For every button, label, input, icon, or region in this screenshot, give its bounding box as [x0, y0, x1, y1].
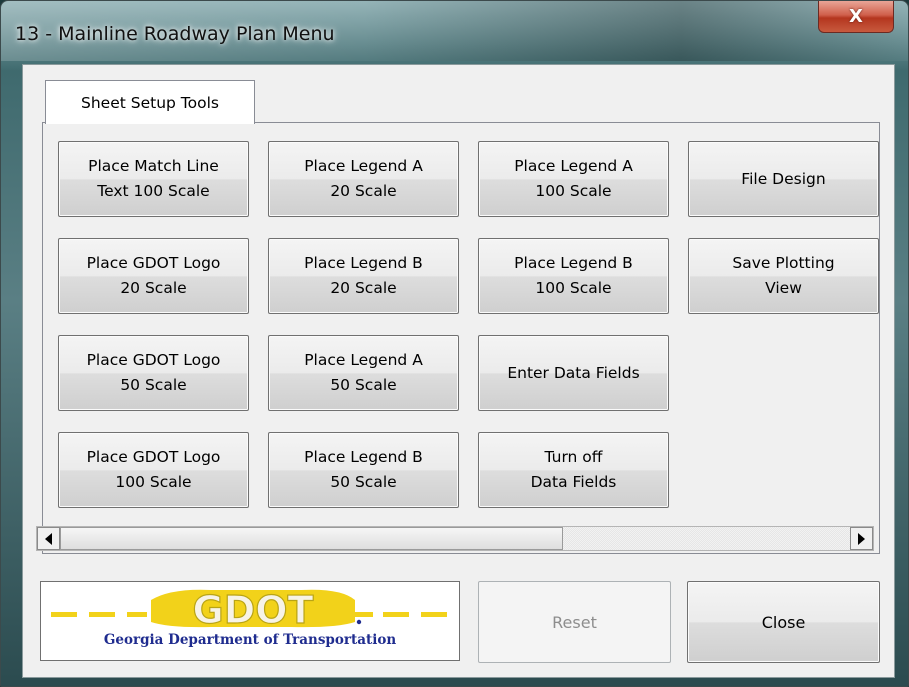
close-button[interactable]: Close — [687, 581, 880, 663]
place-match-line-text-100-scale-button[interactable]: Place Match Line Text 100 Scale — [58, 141, 249, 217]
window-title: 13 - Mainline Roadway Plan Menu — [15, 23, 335, 45]
place-gdot-logo-100-scale-button[interactable]: Place GDOT Logo 100 Scale — [58, 432, 249, 508]
window-frame: 13 - Mainline Roadway Plan Menu X Sheet … — [0, 0, 909, 687]
place-legend-b-100-scale-button[interactable]: Place Legend B 100 Scale — [478, 238, 669, 314]
place-gdot-logo-50-scale-button[interactable]: Place GDOT Logo 50 Scale — [58, 335, 249, 411]
place-legend-b-20-scale-button[interactable]: Place Legend B 20 Scale — [268, 238, 459, 314]
place-legend-a-100-scale-button[interactable]: Place Legend A 100 Scale — [478, 141, 669, 217]
file-design-button[interactable]: File Design — [688, 141, 879, 217]
scrollbar-thumb[interactable] — [60, 527, 563, 550]
save-plotting-view-button[interactable]: Save Plotting View — [688, 238, 879, 314]
horizontal-scrollbar[interactable] — [36, 526, 874, 551]
left-arrow-icon — [45, 532, 52, 545]
window-close-button[interactable]: X — [818, 1, 894, 33]
enter-data-fields-button[interactable]: Enter Data Fields — [478, 335, 669, 411]
place-legend-b-50-scale-button[interactable]: Place Legend B 50 Scale — [268, 432, 459, 508]
reset-button[interactable]: Reset — [478, 581, 671, 663]
tab-sheet-setup-tools[interactable]: Sheet Setup Tools — [45, 80, 255, 124]
gdot-logo-graphic: GDOT — [51, 587, 447, 633]
place-legend-a-50-scale-button[interactable]: Place Legend A 50 Scale — [268, 335, 459, 411]
gdot-logo: GDOT Georgia Department of Transportatio… — [40, 581, 460, 661]
place-gdot-logo-20-scale-button[interactable]: Place GDOT Logo 20 Scale — [58, 238, 249, 314]
scroll-left-button[interactable] — [37, 527, 60, 550]
gdot-wordmark: GDOT — [193, 588, 314, 632]
tab-panel-sheet-setup-tools: Place Match Line Text 100 Scale Place Le… — [42, 122, 880, 554]
right-arrow-icon — [858, 532, 865, 545]
scroll-right-button[interactable] — [850, 527, 873, 550]
place-legend-a-20-scale-button[interactable]: Place Legend A 20 Scale — [268, 141, 459, 217]
turn-off-data-fields-button[interactable]: Turn off Data Fields — [478, 432, 669, 508]
dialog-body: Sheet Setup Tools Place Match Line Text … — [22, 64, 895, 678]
gdot-logo-caption: Georgia Department of Transportation — [103, 632, 397, 648]
close-icon: X — [849, 6, 863, 27]
